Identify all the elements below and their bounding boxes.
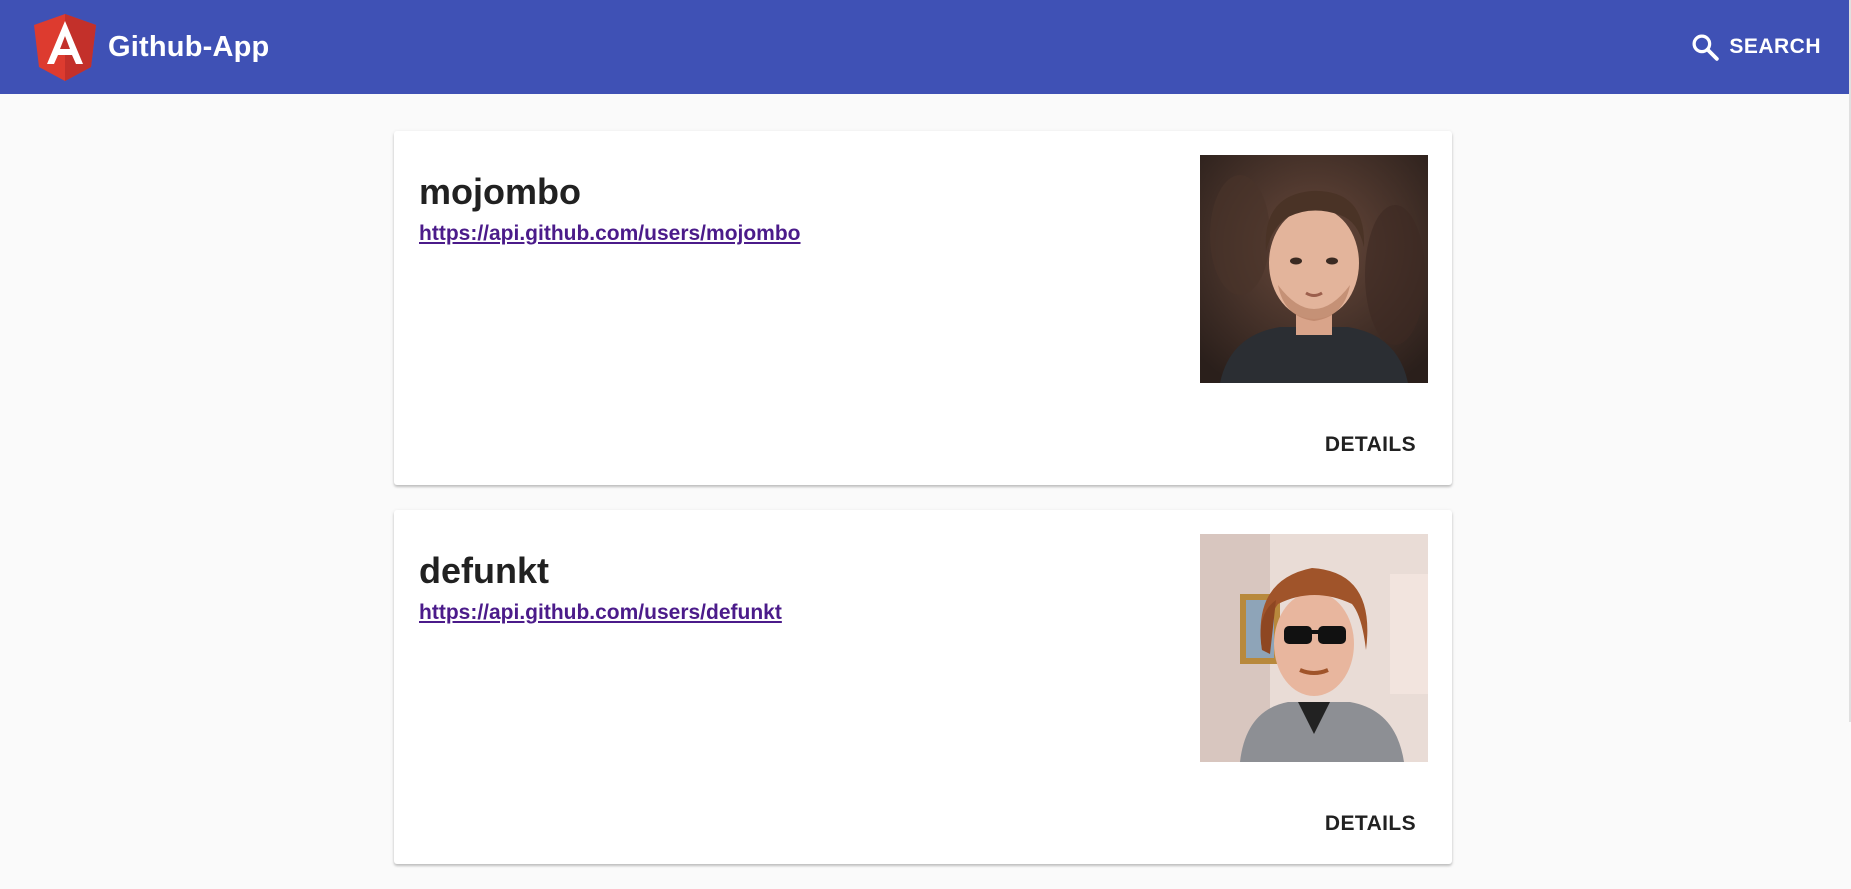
- app-toolbar: Github-App SEARCH: [0, 0, 1849, 94]
- user-card: defunkt https://api.github.com/users/def…: [394, 510, 1452, 864]
- user-avatar: [1200, 155, 1428, 383]
- angular-logo-icon[interactable]: [30, 12, 100, 82]
- user-api-link[interactable]: https://api.github.com/users/mojombo: [419, 222, 801, 246]
- search-label: SEARCH: [1729, 35, 1821, 58]
- user-login: defunkt: [419, 550, 549, 591]
- user-api-link[interactable]: https://api.github.com/users/defunkt: [419, 601, 782, 625]
- details-button[interactable]: DETAILS: [1325, 433, 1416, 457]
- user-card: mojombo https://api.github.com/users/moj…: [394, 131, 1452, 485]
- details-button[interactable]: DETAILS: [1325, 812, 1416, 836]
- user-avatar: [1200, 534, 1428, 762]
- app-title[interactable]: Github-App: [108, 31, 269, 64]
- search-icon: [1692, 34, 1720, 61]
- user-list: mojombo https://api.github.com/users/moj…: [394, 131, 1452, 889]
- user-login: mojombo: [419, 171, 581, 212]
- search-button[interactable]: SEARCH: [1686, 26, 1825, 68]
